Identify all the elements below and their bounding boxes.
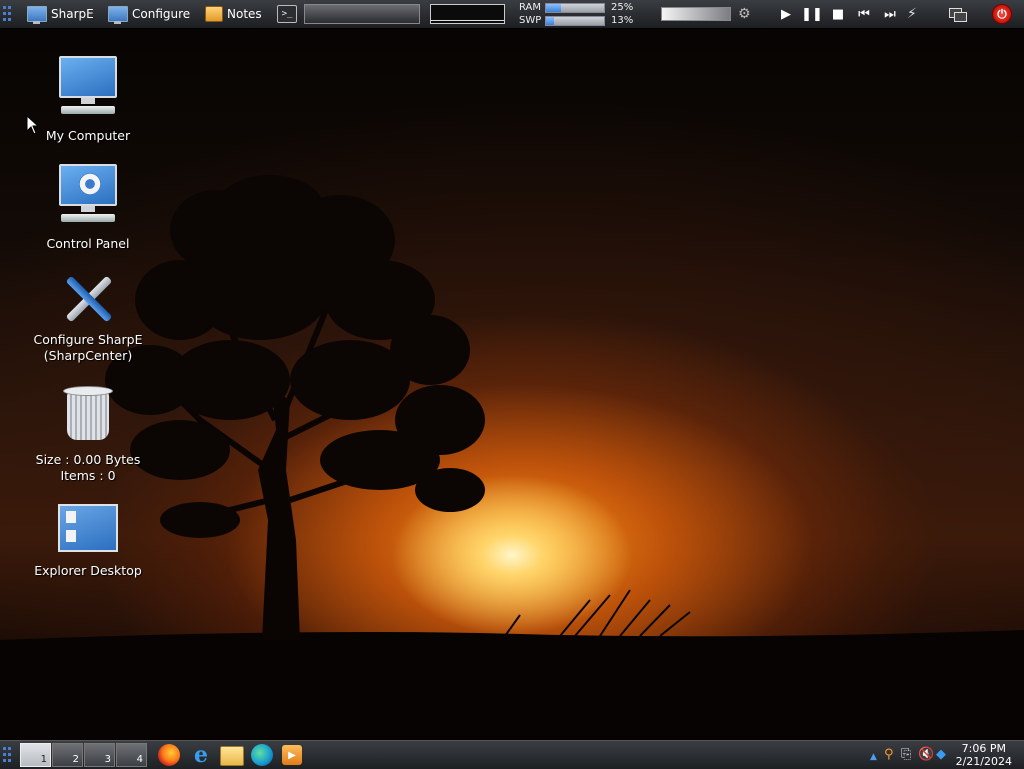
volume-slider-track[interactable] [661,7,731,21]
workspace-2-button[interactable]: 2 [52,743,83,767]
file-explorer-icon[interactable] [220,746,244,766]
notes-button[interactable]: Notes [205,0,262,28]
winamp-button[interactable]: ⚡ [907,0,917,28]
show-hidden-icons-icon[interactable]: ▲ [870,750,877,764]
edge-icon[interactable] [251,744,273,766]
notes-icon [205,6,223,22]
ram-bar [545,2,605,13]
clock-date: 2/21/2024 [955,755,1012,768]
show-windows-button[interactable] [949,0,967,28]
workspace-number: 3 [104,754,111,765]
firefox-icon[interactable] [158,744,180,766]
workspace-4-button[interactable]: 4 [116,743,147,767]
media-controls: ▶ ❚❚ ■ ⏮ ⏭ [773,0,903,28]
swp-percent: 13% [611,15,634,26]
recycle-bin-icon [63,384,113,442]
desktop-icon-label: Explorer Desktop [34,563,142,578]
cpu-graph [304,0,420,28]
tray-app-icon[interactable]: ◆ [936,748,946,762]
workspace-3-button[interactable]: 3 [84,743,115,767]
sharpe-menu-button[interactable]: SharpE [27,0,94,28]
memory-monitor: RAM 25% SWP 13% [519,0,637,28]
notes-label: Notes [227,7,262,21]
computer-icon [57,56,119,118]
desktop-icon-label: Control Panel [46,236,130,251]
power-icon: ⏻ [992,4,1012,24]
swp-bar-fill [546,16,554,25]
configure-label: Configure [132,7,191,21]
grip-icon [3,6,11,22]
sharpe-label: SharpE [51,7,94,21]
workspace-number: 1 [40,754,47,765]
tools-icon [57,268,119,330]
terminal-icon: >_ [277,5,297,23]
media-player-icon[interactable]: ▶ [282,745,302,765]
next-track-icon[interactable]: ⏭ [877,7,903,22]
ram-label: RAM [519,2,542,13]
mouse-cursor-icon [26,115,38,135]
internet-explorer-icon[interactable]: e [190,744,212,766]
desktop-icon-label: My Computer [45,128,131,143]
search-icon[interactable]: ⚲ [884,748,894,762]
recycle-bin-items: Items : 0 [60,468,116,483]
recycle-bin-size: Size : 0.00 Bytes [35,452,141,467]
clock-time: 7:06 PM [961,742,1006,755]
desktop-icon-explorer-desktop[interactable]: Explorer Desktop [18,504,158,579]
power-button[interactable]: ⏻ [992,0,1012,28]
workspace-number: 2 [72,754,79,765]
bottom-taskbar: 1 2 3 4 e ▶ ▲ ⚲ ⎘ 🔇 ◆ 7:06 PM 2/21/2024 [0,740,1024,769]
monitor-icon [27,6,47,24]
media-player-icon: ⚡ [907,6,917,22]
explorer-desktop-icon [58,504,118,552]
configure-button[interactable]: Configure [108,0,190,28]
speaker-muted-icon: ⚙ [738,6,751,22]
ram-bar-fill [546,3,561,12]
desktop-icon-configure-sharpe[interactable]: Configure SharpE (SharpCenter) [18,268,158,364]
desktop-icon-control-panel[interactable]: Control Panel [18,164,158,252]
swp-bar [545,15,605,26]
windows-stack-icon [949,8,967,22]
monitor-icon [108,6,128,24]
terminal-button[interactable]: >_ [277,0,297,28]
swp-label: SWP [519,15,542,26]
grip-icon[interactable] [3,747,11,763]
desktop-icon-label: Configure SharpE [33,332,143,347]
network-graph [430,0,505,28]
ram-percent: 25% [611,2,634,13]
workspace-1-button[interactable]: 1 [20,743,51,767]
pause-icon[interactable]: ❚❚ [799,7,825,22]
stop-icon[interactable]: ■ [825,7,851,22]
top-panel: SharpE Configure Notes >_ RAM 25% SWP 13… [0,0,1024,29]
clock[interactable]: 7:06 PM 2/21/2024 [956,742,1012,768]
menu-grip[interactable] [3,0,11,28]
network-icon[interactable]: ⎘ [901,748,911,762]
network-graph-box [430,4,505,24]
mute-button[interactable]: ⚙ [738,0,751,28]
cpu-graph-box [304,4,420,24]
control-panel-icon [57,164,119,226]
desktop-icon-recycle-bin[interactable]: Size : 0.00 Bytes Items : 0 [18,384,158,484]
volume-slider[interactable] [661,0,731,28]
volume-muted-icon[interactable]: 🔇 [918,748,934,762]
workspace-number: 4 [136,754,143,765]
previous-track-icon[interactable]: ⏮ [851,7,877,22]
play-icon[interactable]: ▶ [773,7,799,22]
desktop-icon-sublabel: (SharpCenter) [43,348,133,363]
desktop-icon-my-computer[interactable]: My Computer [18,56,158,144]
